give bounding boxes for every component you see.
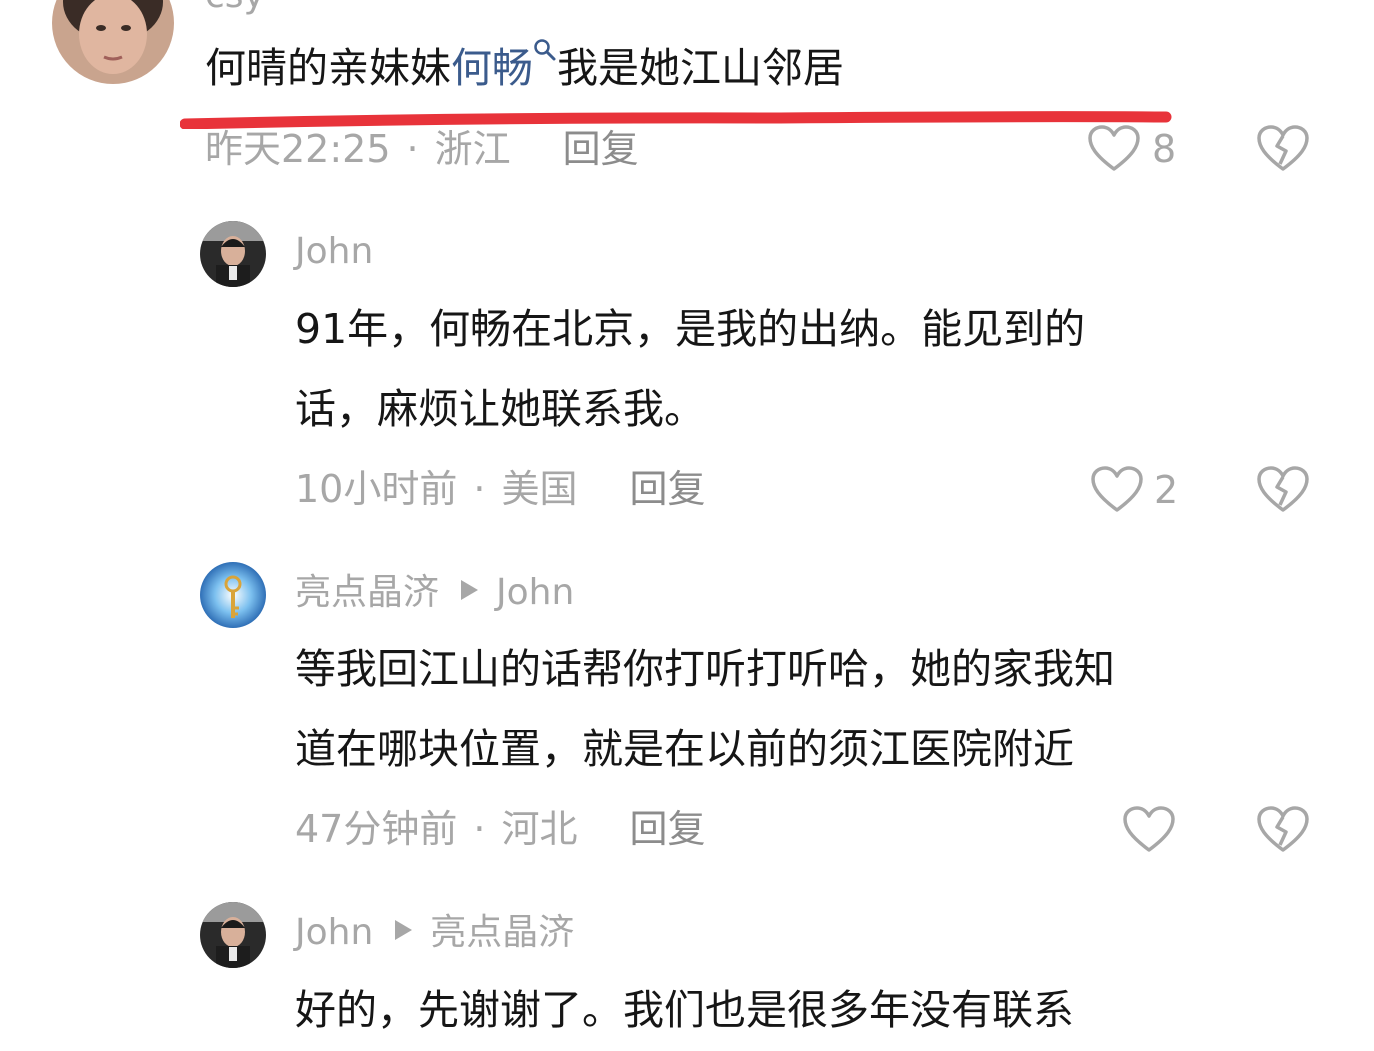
comment-meta: 10小时前 · 美国 回复 [295, 470, 705, 508]
reply-button[interactable]: 回复 [629, 467, 705, 511]
reply-button[interactable]: 回复 [629, 807, 705, 851]
comment-time: 47分钟前 [295, 807, 458, 851]
username-reply-to[interactable]: 亮点晶济 [430, 912, 574, 953]
broken-heart-icon[interactable] [1256, 124, 1310, 172]
comment-text-part: 何晴的亲妹妹 [205, 44, 451, 92]
avatar[interactable] [200, 562, 266, 628]
comment-meta: 47分钟前 · 河北 回复 [295, 810, 705, 848]
comment-location: 浙江 [434, 127, 511, 171]
comment-text-part: 我是她江山邻居 [557, 44, 844, 92]
comment-text: 91年，何畅在北京，是我的出纳。能见到的 [295, 305, 1086, 353]
search-icon[interactable] [533, 38, 557, 68]
avatar[interactable] [200, 902, 266, 968]
username[interactable]: John [295, 234, 373, 270]
comment-text: 等我回江山的话帮你打听打听哈，她的家我知 [295, 645, 1115, 693]
search-link[interactable]: 何畅 [451, 44, 533, 92]
comment-meta: 昨天22:25 · 浙江 回复 [205, 130, 639, 168]
like-count: 8 [1152, 127, 1177, 171]
separator: · [473, 807, 486, 851]
comment-location: 美国 [501, 467, 578, 511]
separator: · [473, 467, 486, 511]
heart-outline-icon[interactable] [1122, 805, 1176, 853]
username-author[interactable]: 亮点晶济 [295, 572, 439, 613]
broken-heart-icon[interactable] [1256, 465, 1310, 513]
comment-time: 昨天22:25 [205, 127, 391, 171]
comment-time: 10小时前 [295, 467, 458, 511]
like-count: 2 [1154, 468, 1179, 512]
avatar[interactable] [200, 221, 266, 287]
username: 亮点晶济 John [295, 575, 574, 611]
comment-text: 道在哪块位置，就是在以前的须江医院附近 [295, 725, 1074, 773]
comment-text: 话，麻烦让她联系我。 [295, 385, 705, 433]
reply-button[interactable]: 回复 [563, 127, 639, 171]
comment-text: 好的，先谢谢了。我们也是很多年没有联系 [295, 986, 1074, 1034]
comment-text: 何晴的亲妹妹何畅 我是她江山邻居 [205, 28, 844, 108]
avatar[interactable] [52, 0, 174, 84]
heart-outline-icon[interactable] [1087, 124, 1141, 172]
username: John 亮点晶济 [295, 915, 574, 951]
username-author[interactable]: John [295, 912, 373, 953]
broken-heart-icon[interactable] [1256, 805, 1310, 853]
username-reply-to[interactable]: John [496, 572, 574, 613]
username[interactable]: csy [205, 0, 265, 14]
heart-outline-icon[interactable] [1090, 465, 1144, 513]
highlight-underline [180, 111, 1172, 129]
play-triangle-icon [395, 920, 413, 940]
comment-location: 河北 [501, 807, 578, 851]
play-triangle-icon [461, 580, 479, 600]
separator: · [406, 127, 419, 171]
